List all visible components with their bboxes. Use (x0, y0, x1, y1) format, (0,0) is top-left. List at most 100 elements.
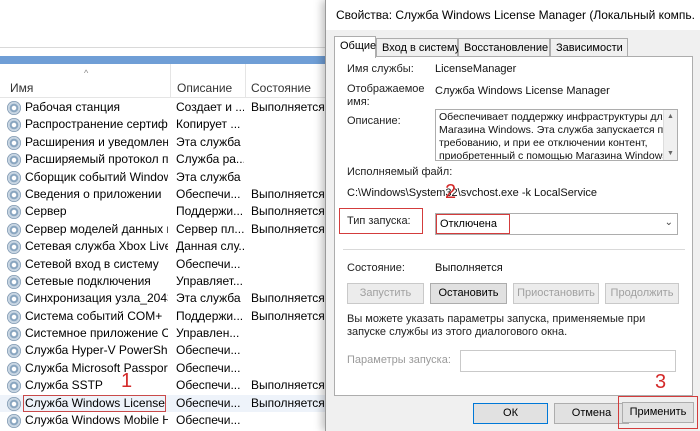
tab-general[interactable]: Общие (334, 36, 376, 58)
start-button[interactable]: Запустить (347, 283, 424, 304)
service-description-cell: Данная слу... (176, 239, 244, 254)
service-gear-icon (7, 257, 21, 272)
services-toolbar-area (0, 0, 340, 48)
table-row[interactable]: Системное приложение C... Управлен... (0, 325, 340, 342)
table-row[interactable]: Служба Hyper-V PowerShe... Обеспечи... (0, 342, 340, 359)
display-name-value: Служба Windows License Manager (435, 85, 610, 97)
service-name-value: LicenseManager (435, 63, 517, 75)
service-name-cell: Синхронизация узла_2043... (25, 291, 168, 306)
service-name-cell: Сведения о приложении (25, 186, 162, 201)
service-gear-icon (7, 153, 21, 168)
ok-button[interactable]: ОК (473, 403, 548, 424)
service-gear-icon (7, 414, 21, 429)
service-properties-dialog: Свойства: Служба Windows License Manager… (325, 0, 700, 431)
description-scrollbar[interactable] (663, 110, 677, 160)
apply-button[interactable]: Применить (622, 402, 694, 423)
pause-button[interactable]: Приостановить (513, 283, 599, 304)
table-row[interactable]: Сервер Поддержи... Выполняется (0, 203, 340, 220)
table-row[interactable]: Сетевые подключения Управляет... (0, 273, 340, 290)
description-text: Обеспечивает поддержку инфраструктуры дл… (439, 111, 671, 161)
service-name-cell: Сервер моделей данных п... (25, 221, 168, 236)
service-gear-icon (7, 222, 21, 237)
description-label: Описание: (347, 115, 401, 127)
service-name-cell: Сетевой вход в систему (25, 256, 159, 271)
table-row[interactable]: Служба Windows License ... Обеспечи... Вып… (0, 394, 340, 413)
service-description-cell: Поддержи... (176, 308, 244, 323)
table-row[interactable]: Сетевой вход в систему Обеспечи... (0, 256, 340, 273)
start-params-input[interactable] (460, 350, 676, 372)
service-description-cell: Сервер пл... (176, 221, 244, 236)
start-params-hint: Вы можете указать параметры запуска, при… (347, 313, 646, 338)
resume-button[interactable]: Продолжить (605, 283, 679, 304)
table-row[interactable]: Сервер моделей данных п... Сервер пл... Вы… (0, 221, 340, 238)
stop-button[interactable]: Остановить (430, 283, 507, 304)
service-gear-icon (7, 135, 21, 150)
annotation-marker-1: 1 (121, 370, 133, 392)
service-name-cell: Служба Windows Mobile H... (25, 413, 168, 428)
startup-type-select[interactable]: Отключена ⌄ (435, 213, 678, 235)
service-description-cell: Служба ра... (176, 152, 244, 167)
description-field[interactable]: Обеспечивает поддержку инфраструктуры дл… (435, 109, 678, 161)
service-name-cell: Сетевая служба Xbox Live (25, 239, 168, 254)
service-status-cell: Выполняется (251, 395, 325, 410)
service-description-cell: Создает и ... (176, 100, 244, 114)
column-status[interactable]: Состояние (251, 81, 311, 95)
display-name-label: Отображаемое имя: (347, 83, 425, 108)
service-status-cell: Выполняется (251, 100, 325, 114)
service-description-cell: Управляет... (176, 273, 243, 288)
table-row[interactable]: Система событий COM+ Поддержи... Выполняет… (0, 308, 340, 325)
table-row[interactable]: Служба SSTP Обеспечи... Выполняется (0, 377, 340, 394)
general-tab-panel: Имя службы: LicenseManager Отображаемое … (334, 56, 693, 396)
table-row[interactable]: Рабочая станция Создает и ... Выполняется (0, 99, 340, 116)
tab-logon[interactable]: Вход в систему (376, 38, 460, 57)
service-description-cell: Обеспечи... (176, 413, 241, 428)
status-value: Выполняется (435, 262, 503, 274)
table-row[interactable]: Синхронизация узла_2043... Эта служба ...… (0, 290, 340, 307)
service-name-cell: Сервер (25, 204, 67, 219)
tab-dependencies[interactable]: Зависимости (550, 38, 628, 57)
column-name[interactable]: Имя (10, 81, 33, 95)
start-params-label: Параметры запуска: (347, 354, 451, 366)
service-name-cell: Расширения и уведомлен... (25, 134, 168, 149)
service-name-cell: Сетевые подключения (25, 273, 151, 288)
service-gear-icon (7, 344, 21, 359)
column-separator[interactable] (245, 64, 246, 98)
tab-recovery[interactable]: Восстановление (458, 38, 550, 57)
table-row[interactable]: Сборщик событий Windows Эта служба ... (0, 169, 340, 186)
table-row[interactable]: Распространение сертифи... Копирует ... (0, 116, 340, 133)
service-gear-icon (7, 379, 21, 394)
services-list: Рабочая станция Создает и ... Выполняется Р… (0, 99, 340, 429)
table-row[interactable]: Служба Windows Mobile H... Обеспечи... (0, 412, 340, 429)
service-gear-icon (7, 118, 21, 133)
service-gear-icon (7, 240, 21, 255)
table-row[interactable]: Служба Microsoft Passport Обеспечи... (0, 360, 340, 377)
service-gear-icon (7, 309, 21, 324)
service-status-cell: Выполняется (251, 186, 325, 201)
table-row[interactable]: Расширения и уведомлен... Эта служба ... (0, 134, 340, 151)
service-description-cell: Поддержи... (176, 204, 244, 219)
table-row[interactable]: Сетевая служба Xbox Live Данная слу... (0, 238, 340, 255)
dialog-title: Свойства: Служба Windows License Manager… (336, 8, 696, 22)
service-name-cell: Распространение сертифи... (25, 117, 168, 132)
service-name-cell: Служба SSTP (25, 378, 103, 393)
service-name-cell: Рабочая станция (25, 100, 121, 114)
startup-type-value: Отключена (436, 214, 510, 234)
service-status-cell: Выполняется (251, 221, 325, 236)
service-name-cell: Система событий COM+ (25, 308, 163, 323)
table-row[interactable]: Сведения о приложении Обеспечи... Выполняе… (0, 186, 340, 203)
service-description-cell: Копирует ... (176, 117, 241, 132)
exe-path-value: C:\Windows\System32\svchost.exe -k Local… (347, 187, 598, 199)
service-description-cell: Обеспечи... (176, 256, 241, 271)
service-description-cell: Обеспечи... (176, 186, 241, 201)
service-status-cell: Выполняется (251, 204, 325, 219)
service-gear-icon (7, 396, 21, 411)
exe-label: Исполняемый файл: (347, 166, 453, 178)
divider (343, 249, 685, 250)
service-status-cell: Выполняется (251, 308, 325, 323)
column-separator[interactable] (170, 64, 171, 98)
service-name-cell: Служба Windows License ... (23, 394, 166, 412)
column-description[interactable]: Описание (177, 81, 232, 95)
dialog-titlebar[interactable]: Свойства: Служба Windows License Manager… (326, 0, 700, 30)
table-row[interactable]: Расширяемый протокол п... Служба ра... (0, 151, 340, 168)
service-description-cell: Эта служба ... (176, 169, 244, 184)
